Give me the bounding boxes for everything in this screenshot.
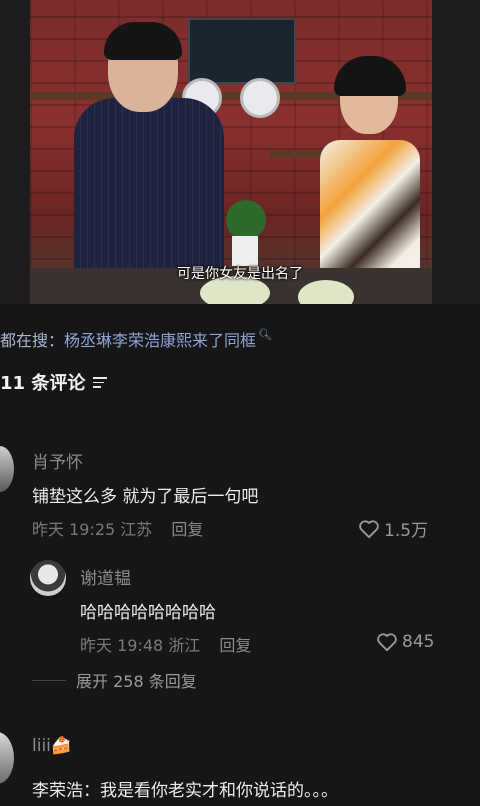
comment-time: 昨天 19:25: [32, 520, 116, 539]
avatar[interactable]: [30, 560, 66, 596]
reply-item: 谢道韫 哈哈哈哈哈哈哈哈 昨天 19:48 浙江 回复 845: [0, 556, 480, 666]
comment-username[interactable]: 肖予怀: [32, 448, 83, 473]
comment-text: 李荣浩：我是看你老实才和你说话的。。。: [32, 781, 338, 801]
avatar[interactable]: [0, 446, 14, 492]
like-count: 845: [402, 632, 435, 652]
comment-text: 铺垫这么多 就为了最后一句吧: [32, 487, 259, 507]
trending-prefix: 都在搜：: [0, 331, 65, 350]
comment-username[interactable]: 谢道韫: [80, 564, 131, 589]
video-frame: [30, 0, 432, 304]
heart-icon: [377, 633, 397, 652]
comment-location: 浙江: [168, 636, 201, 655]
comment-text: 哈哈哈哈哈哈哈哈: [80, 603, 216, 623]
comment-count: 11 条评论: [0, 373, 86, 394]
like-button[interactable]: 845: [376, 632, 434, 652]
like-button[interactable]: 1.5万: [358, 516, 428, 541]
comments-header: 11 条评论: [0, 368, 108, 396]
trending-search[interactable]: 都在搜： 杨丞琳李荣浩康熙来了同框 🔍︎: [0, 326, 272, 352]
studio-sign: [188, 18, 296, 84]
comment-meta: 昨天 19:25 江苏 回复: [32, 516, 203, 540]
reply-button[interactable]: 回复: [219, 636, 251, 655]
trending-query[interactable]: 杨丞琳李荣浩康熙来了同框: [64, 327, 256, 351]
comment-meta: 昨天 19:48 浙江 回复: [80, 632, 251, 656]
comment-item: liii🍰 李荣浩：我是看你老实才和你说话的。。。: [0, 730, 480, 806]
comment-item: 肖予怀 铺垫这么多 就为了最后一句吧 昨天 19:25 江苏 回复 1.5万: [0, 440, 480, 550]
expand-label: 展开 258 条回复: [76, 672, 197, 691]
reply-button[interactable]: 回复: [171, 520, 203, 539]
heart-icon: [359, 519, 379, 538]
avatar[interactable]: [0, 732, 14, 784]
sort-icon[interactable]: [93, 376, 108, 388]
like-count: 1.5万: [384, 521, 429, 541]
comment-location: 江苏: [120, 520, 153, 539]
search-icon: 🔍︎: [258, 327, 272, 341]
video-subtitle: 可是你女友是出名了: [177, 266, 303, 282]
comment-username[interactable]: liii🍰: [32, 736, 72, 756]
video-player[interactable]: 可是你女友是出名了: [0, 0, 480, 304]
comment-time: 昨天 19:48: [80, 636, 164, 655]
expand-replies-button[interactable]: 展开 258 条回复: [32, 668, 197, 692]
divider: [32, 679, 66, 681]
